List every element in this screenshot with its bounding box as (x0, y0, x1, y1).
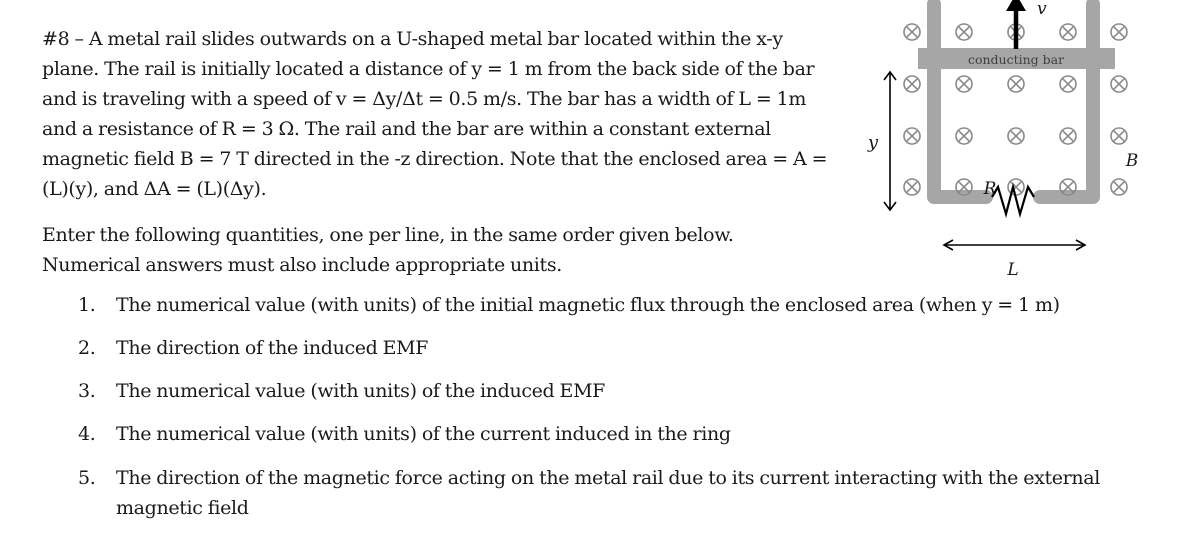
question-text: The numerical value (with units) of the … (116, 380, 606, 402)
width-arrow-head-left (942, 239, 954, 251)
problem-line: #8 – A metal rail slides outwards on a U… (42, 28, 783, 50)
position-label: y (867, 132, 879, 153)
instruction-line: Enter the following quantities, one per … (42, 224, 734, 246)
into-page-cross-icon (955, 178, 973, 196)
instruction-line: Numerical answers must also include appr… (42, 254, 562, 276)
question-item: 5. The direction of the magnetic force a… (78, 463, 1188, 523)
question-text: The direction of the induced EMF (116, 337, 429, 359)
left-rail (927, 0, 993, 204)
velocity-arrow: v (1006, 0, 1047, 49)
into-page-cross-icon (1007, 178, 1025, 196)
question-number: 3. (78, 380, 96, 402)
into-page-cross-icon (903, 178, 921, 196)
into-page-cross-icon (955, 75, 973, 93)
field-label: B (1125, 151, 1139, 171)
width-arrow-head-right (1075, 239, 1087, 251)
into-page-cross-icon (955, 127, 973, 145)
position-arrow-head-up (883, 70, 897, 81)
instructions: Enter the following quantities, one per … (42, 220, 822, 280)
position-arrow: y (867, 70, 897, 212)
into-page-cross-icon (1007, 127, 1025, 145)
velocity-arrow-head (1006, 0, 1026, 11)
question-number: 5. (78, 467, 96, 489)
question-number: 1. (78, 294, 96, 316)
question-list: 1. The numerical value (with units) of t… (78, 291, 1188, 538)
problem-line: magnetic field B = 7 T directed in the -… (42, 148, 828, 170)
into-page-cross-icon (1110, 23, 1128, 41)
question-number: 2. (78, 337, 96, 359)
into-page-cross-icon (903, 75, 921, 93)
problem-line: plane. The rail is initially located a d… (42, 58, 815, 80)
into-page-cross-icon (1059, 75, 1077, 93)
question-text: The numerical value (with units) of the … (116, 294, 1060, 316)
width-label: L (1006, 260, 1018, 280)
into-page-cross-icon (955, 23, 973, 41)
into-page-cross-icon (1059, 23, 1077, 41)
question-item: 3. The numerical value (with units) of t… (78, 377, 1188, 405)
question-number: 4. (78, 423, 96, 445)
resistor-label: R (983, 179, 997, 199)
conducting-bar-rect (918, 48, 1115, 69)
question-item: 4. The numerical value (with units) of t… (78, 420, 1188, 448)
u-shaped-rail (927, 0, 1100, 204)
question-item: 2. The direction of the induced EMF (78, 334, 1188, 362)
problem-line: and a resistance of R = 3 Ω. The rail an… (42, 118, 771, 140)
into-page-cross-icon (1007, 75, 1025, 93)
into-page-cross-icon (1110, 127, 1128, 145)
question-text: The numerical value (with units) of the … (116, 423, 731, 445)
problem-line: (L)(y), and ΔA = (L)(Δy). (42, 178, 267, 200)
right-rail (1033, 0, 1100, 204)
problem-line: and is traveling with a speed of v = Δy/… (42, 88, 807, 110)
into-page-cross-icon (903, 127, 921, 145)
resistor-zigzag-icon (991, 182, 1035, 219)
into-page-cross-icon (1110, 178, 1128, 196)
problem-statement: #8 – A metal rail slides outwards on a U… (42, 24, 842, 204)
resistor: R (983, 179, 1035, 219)
question-text: The direction of the magnetic force acti… (116, 467, 1100, 519)
magnetic-field-symbols (903, 23, 1128, 196)
question-item: 1. The numerical value (with units) of t… (78, 291, 1188, 319)
conducting-bar-label: conducting bar (968, 52, 1064, 67)
position-arrow-head-down (883, 201, 897, 212)
into-page-cross-icon (1110, 75, 1128, 93)
width-arrow: L (942, 239, 1087, 280)
into-page-cross-icon (1059, 127, 1077, 145)
into-page-cross-icon (903, 23, 921, 41)
conducting-bar: conducting bar (918, 48, 1115, 69)
into-page-cross-icon (1007, 23, 1025, 41)
into-page-cross-icon (1059, 178, 1077, 196)
velocity-label: v (1037, 0, 1047, 19)
